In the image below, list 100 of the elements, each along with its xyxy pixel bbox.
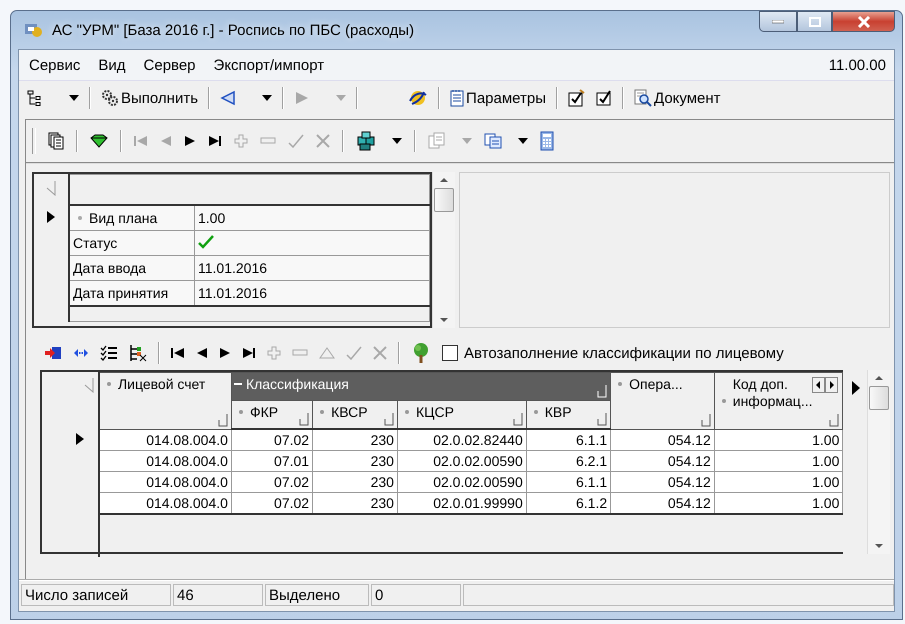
column-scroll-icon[interactable] [812, 377, 838, 393]
maximize-icon [808, 16, 820, 26]
scrollbar[interactable] [867, 370, 890, 554]
pages-icon[interactable] [48, 132, 64, 150]
field-value: 11.01.2016 [194, 280, 430, 306]
sort-icon [404, 409, 410, 416]
close-icon [856, 16, 870, 28]
table-cell: 230 [312, 429, 398, 450]
left-arrow-icon[interactable] [220, 90, 236, 106]
status-label: Выделено [265, 584, 369, 606]
filter-icon [700, 412, 711, 426]
gears-button[interactable]: Выполнить [101, 89, 198, 107]
filter-icon [512, 412, 523, 426]
swap-icon[interactable] [73, 348, 89, 358]
exit-icon[interactable] [44, 345, 62, 361]
first-record-icon[interactable] [171, 347, 185, 359]
globe-icon[interactable] [408, 89, 428, 107]
row-pointer-icon [47, 210, 55, 223]
notepad-button[interactable]: Параметры [450, 89, 546, 107]
column-group-header[interactable]: Классификация [231, 372, 611, 400]
table-cell: 054.12 [610, 492, 714, 514]
filter-icon [597, 412, 608, 426]
table-cell: 07.02 [231, 429, 313, 450]
caret-icon[interactable] [69, 95, 79, 101]
gears-icon [101, 89, 119, 107]
last-record-icon[interactable] [208, 135, 222, 147]
filter-icon [384, 412, 394, 426]
scroll-thumb[interactable] [869, 386, 890, 410]
checkbox-icon[interactable] [596, 90, 612, 106]
tree-filter-icon[interactable] [129, 344, 147, 362]
copy-icon[interactable] [484, 133, 502, 149]
table-cell: 02.0.02.00590 [397, 472, 526, 492]
field-label: Дата принятия [69, 280, 194, 306]
gem-icon[interactable] [90, 134, 108, 148]
column-header[interactable]: Код доп. информац... [714, 372, 843, 429]
column-header[interactable]: КВР [526, 400, 611, 429]
table-cell: 054.12 [610, 450, 714, 472]
table-cell: 02.0.01.99990 [397, 492, 526, 514]
document-search-button[interactable]: Документ [634, 89, 721, 107]
table-cell: 014.08.004.0 [98, 450, 232, 472]
table-cell: 1.00 [714, 472, 843, 492]
version-label: 11.00.00 [828, 56, 886, 74]
table-cell: 07.01 [231, 450, 313, 472]
sort-icon [720, 398, 727, 404]
corner-icon [46, 180, 56, 196]
close-button[interactable] [832, 11, 895, 32]
field-label: Статус [69, 230, 194, 256]
table-cell: 1.00 [714, 492, 843, 514]
status-value: 46 [173, 584, 263, 606]
plant-icon[interactable] [411, 342, 431, 364]
caret-icon[interactable] [392, 138, 402, 144]
column-header[interactable]: КЦСР [397, 400, 526, 429]
caret-icon[interactable] [518, 138, 528, 144]
column-header[interactable]: КВСР [312, 400, 398, 429]
field-label: Дата ввода [69, 256, 194, 280]
menu-item[interactable]: Вид [98, 56, 126, 74]
menu-item[interactable]: Сервер [144, 56, 196, 74]
column-header[interactable]: Лицевой счет [98, 372, 232, 429]
column-header[interactable]: Опера... [610, 372, 714, 429]
sort-icon [106, 381, 112, 388]
sort-icon [77, 215, 83, 222]
table-cell: 1.00 [714, 450, 843, 472]
sort-icon [532, 409, 539, 416]
column-header[interactable]: ФКР [231, 400, 313, 429]
table-cell: 02.0.02.82440 [397, 429, 526, 450]
table-cell: 02.0.02.00590 [397, 450, 526, 472]
calculator-icon[interactable] [540, 131, 554, 151]
cubes-icon[interactable] [356, 131, 376, 151]
field-label: Вид плана [69, 205, 194, 230]
last-record-icon[interactable] [242, 347, 256, 359]
field-value: 11.01.2016 [194, 256, 430, 280]
checklist-icon[interactable] [100, 345, 118, 361]
scrollbar[interactable] [432, 172, 455, 328]
caret-icon[interactable] [262, 95, 272, 101]
minimize-button[interactable] [759, 11, 797, 32]
checkbox[interactable] [442, 345, 458, 361]
document-search-icon [634, 89, 652, 107]
next-record-icon[interactable] [219, 347, 231, 359]
previous-record-icon[interactable] [196, 347, 208, 359]
status-label: Число записей [21, 584, 171, 606]
next-record-icon[interactable] [184, 135, 196, 147]
window-title: АС "УРМ" [База 2016 г.] - Роспись по ПБС (расходы) [52, 22, 414, 38]
checkmark-pencil-icon[interactable] [568, 89, 586, 107]
table-cell: 054.12 [610, 472, 714, 492]
table-cell: 1.00 [714, 429, 843, 450]
maximize-button[interactable] [797, 11, 832, 32]
app-icon [24, 21, 44, 39]
table-cell: 6.1.2 [526, 492, 611, 514]
tree-icon[interactable] [27, 90, 43, 106]
checkbox-label: Автозаполнение классификации по лицевому [464, 344, 784, 362]
sort-icon [617, 381, 624, 388]
right-arrow-icon[interactable] [851, 380, 862, 396]
scroll-thumb[interactable] [434, 188, 454, 212]
menu-item[interactable]: Экспорт/импорт [214, 56, 324, 74]
filter-icon [597, 384, 608, 398]
menu-item[interactable]: Сервис [29, 56, 80, 74]
table-cell: 054.12 [610, 429, 714, 450]
table-cell: 230 [312, 472, 398, 492]
sort-icon [319, 409, 326, 416]
table-cell: 230 [312, 450, 398, 472]
